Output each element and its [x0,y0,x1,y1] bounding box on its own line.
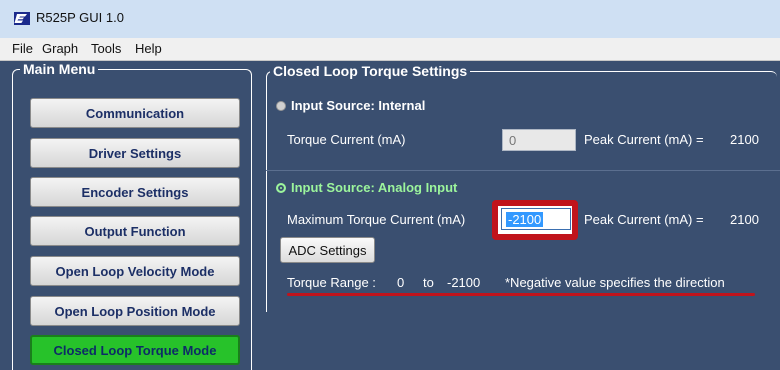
peak-current-label-internal: Peak Current (mA) = [584,132,704,147]
torque-range-underline [287,293,755,296]
max-torque-current-label: Maximum Torque Current (mA) [287,212,466,227]
app-logo-icon [14,12,30,25]
internal-source-label: Input Source: Internal [291,98,426,113]
driver-settings-button[interactable]: Driver Settings [30,138,240,168]
main-menu-panel: Main Menu Communication Driver Settings … [0,61,262,370]
output-function-button[interactable]: Output Function [30,216,240,246]
open-loop-velocity-mode-button[interactable]: Open Loop Velocity Mode [30,256,240,286]
peak-current-value-internal: 2100 [730,132,759,147]
window-title: R525P GUI 1.0 [36,10,124,25]
torque-range-from: 0 [397,275,405,290]
peak-current-label-analog: Peak Current (mA) = [584,212,704,227]
torque-range-note: *Negative value specifies the direction [505,275,725,290]
menu-tools[interactable]: Tools [91,41,121,56]
title-bar: R525P GUI 1.0 [0,0,780,39]
internal-source-radio[interactable]: Input Source: Internal [276,98,425,113]
radio-selected-icon [276,183,286,193]
radio-unselected-icon [276,101,286,111]
peak-current-value-analog: 2100 [730,212,759,227]
main-menu-title: Main Menu [20,61,99,77]
open-loop-position-mode-button[interactable]: Open Loop Position Mode [30,296,240,326]
menu-help[interactable]: Help [135,41,162,56]
settings-title: Closed Loop Torque Settings [270,63,471,79]
torque-range-label: Torque Range : [287,275,376,290]
torque-range-to: -2100 [447,275,481,290]
analog-source-label: Input Source: Analog Input [291,180,458,195]
section-divider [266,170,780,171]
torque-range-to-word: to [423,275,434,290]
max-torque-current-value: -2100 [506,212,544,227]
menu-file[interactable]: File [12,41,33,56]
torque-current-label: Torque Current (mA) [287,132,406,147]
max-torque-current-input[interactable]: -2100 [501,208,571,230]
adc-settings-button[interactable]: ADC Settings [280,237,375,263]
closed-loop-torque-mode-button[interactable]: Closed Loop Torque Mode [30,335,240,365]
menu-bar: File Graph Tools Help [0,38,780,61]
encoder-settings-button[interactable]: Encoder Settings [30,177,240,207]
communication-button[interactable]: Communication [30,98,240,128]
analog-source-radio[interactable]: Input Source: Analog Input [276,180,457,195]
torque-current-input[interactable]: 0 [502,129,576,151]
menu-graph[interactable]: Graph [42,41,78,56]
